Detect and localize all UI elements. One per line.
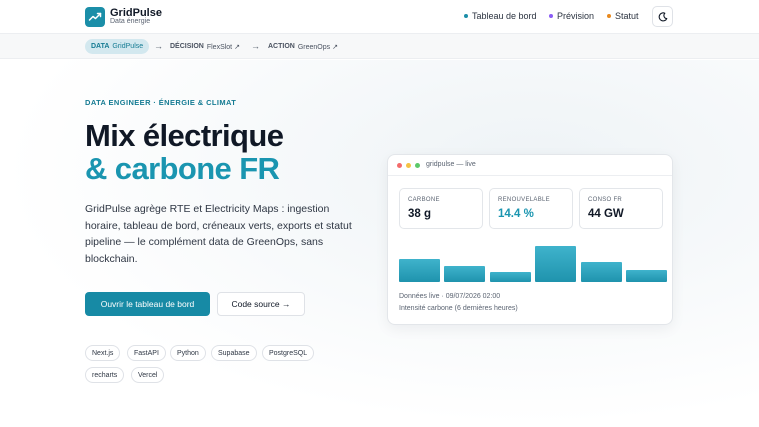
- window-close-dot-icon: [397, 163, 402, 168]
- nav-dashboard[interactable]: Tableau de bord: [464, 11, 537, 21]
- card-window-bar: gridpulse — live: [388, 155, 672, 176]
- stack-tag: Python: [170, 345, 206, 361]
- trend-line-icon: [88, 12, 102, 21]
- breadcrumb-decision-flexslot[interactable]: DÉCISION FlexSlot ↗: [170, 39, 240, 54]
- chart-caption: Intensité carbone (6 dernières heures): [399, 305, 518, 312]
- breadcrumb-arrow-icon: →: [251, 41, 260, 51]
- logo[interactable]: [85, 7, 105, 27]
- theme-toggle-button[interactable]: [652, 6, 673, 27]
- breadcrumb-value: GreenOps ↗: [297, 43, 338, 51]
- top-navigation-bar: GridPulse Data énergie Tableau de bord P…: [0, 0, 759, 34]
- breadcrumb-value: FlexSlot ↗: [206, 43, 240, 51]
- live-preview-card: gridpulse — live CARBONE 38 g RENOUVELAB…: [387, 154, 673, 325]
- breadcrumb-key: DATA: [91, 43, 110, 50]
- window-maximize-dot-icon: [415, 163, 420, 168]
- nav-forecast-label: Prévision: [557, 11, 595, 21]
- metric-consumption: CONSO FR 44 GW: [579, 188, 663, 229]
- carbon-bar: [444, 266, 486, 282]
- carbon-bar: [580, 262, 622, 282]
- carbon-bar: [626, 270, 667, 282]
- stack-tag: Vercel: [131, 367, 165, 383]
- window-minimize-dot-icon: [406, 163, 411, 168]
- nav-status[interactable]: Statut: [607, 11, 639, 21]
- nav-status-label: Statut: [615, 11, 639, 21]
- breadcrumb-key: DÉCISION: [170, 43, 204, 50]
- stack-tag: Next.js: [85, 345, 121, 361]
- breadcrumb-arrow-icon: →: [154, 41, 163, 51]
- nav-dashboard-label: Tableau de bord: [472, 11, 537, 21]
- breadcrumb-action-greenops[interactable]: ACTION GreenOps ↗: [268, 39, 338, 54]
- metric-label: CONSO FR: [588, 197, 623, 203]
- open-dashboard-button[interactable]: Ouvrir le tableau de bord: [85, 292, 210, 316]
- nav-dot-icon: [549, 14, 553, 18]
- source-code-button[interactable]: Code source →: [217, 292, 305, 316]
- page-title: Mix électrique: [85, 118, 284, 153]
- metric-renewable: RENOUVELABLE 14.4 %: [489, 188, 573, 229]
- metric-carbon: CARBONE 38 g: [399, 188, 483, 229]
- nav-forecast[interactable]: Prévision: [549, 11, 594, 21]
- breadcrumb-key: ACTION: [268, 43, 295, 50]
- carbon-bar: [535, 246, 577, 282]
- metric-value: 44 GW: [588, 208, 624, 220]
- breadcrumb-data-gridpulse[interactable]: DATA GridPulse: [85, 39, 150, 54]
- breadcrumb-value: GridPulse: [112, 43, 144, 50]
- data-timestamp: Données live · 09/07/2026 02:00: [399, 293, 501, 300]
- breadcrumb: DATA GridPulse → DÉCISION FlexSlot ↗ → A…: [0, 34, 759, 59]
- stack-tag: FastAPI: [127, 345, 166, 361]
- card-title: gridpulse — live: [426, 161, 476, 168]
- nav-dot-icon: [464, 14, 468, 18]
- metric-value: 38 g: [408, 208, 432, 220]
- metric-label: RENOUVELABLE: [498, 197, 550, 203]
- metric-value: 14.4 %: [498, 208, 534, 220]
- metric-label: CARBONE: [408, 197, 440, 203]
- stack-tag: PostgreSQL: [262, 345, 315, 361]
- hero-eyebrow: DATA ENGINEER · ÉNERGIE & CLIMAT: [85, 98, 237, 107]
- hero-description: GridPulse agrège RTE et Electricity Maps…: [85, 203, 352, 265]
- stack-tag: Supabase: [211, 345, 257, 361]
- page-title-accent: & carbone FR: [85, 151, 280, 186]
- moon-icon: [658, 11, 667, 21]
- carbon-bar: [399, 259, 440, 282]
- stack-tag: recharts: [85, 367, 125, 383]
- nav-dot-icon: [607, 14, 611, 18]
- carbon-intensity-bars: [399, 240, 667, 282]
- carbon-bar: [489, 272, 531, 282]
- brand-subtitle: Data énergie: [110, 18, 151, 25]
